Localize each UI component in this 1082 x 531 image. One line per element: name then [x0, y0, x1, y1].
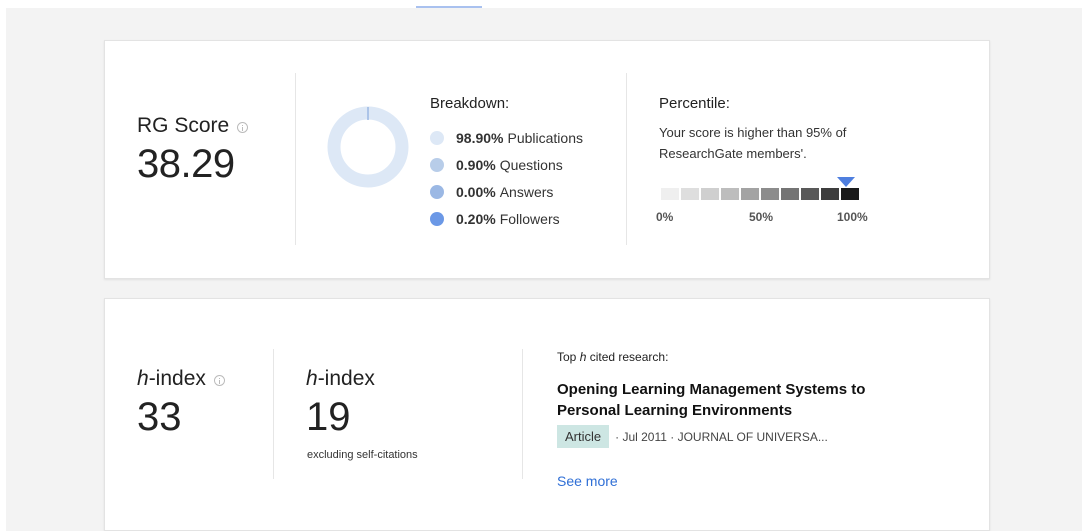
divider	[626, 73, 627, 245]
scale-segment	[661, 188, 679, 200]
breakdown-label: Followers	[499, 210, 560, 227]
scale-segment	[681, 188, 699, 200]
breakdown-item-followers: 0.20% Followers	[430, 205, 583, 232]
breakdown-item-questions: 0.90% Questions	[430, 151, 583, 178]
breakdown-label: Answers	[499, 183, 554, 200]
breakdown-donut-chart	[327, 106, 409, 188]
h-index-label-row: h-index	[137, 367, 225, 391]
breakdown-percent: 0.00%	[456, 183, 496, 200]
rg-score-label-row: RG Score	[137, 114, 249, 138]
article-badge: Article	[557, 425, 610, 448]
info-icon[interactable]	[237, 121, 249, 133]
scale-segment	[781, 188, 799, 200]
h-index-card: h-index 33 h-index 19 excluding self-cit…	[104, 298, 990, 531]
left-strip	[0, 8, 6, 531]
donut-track	[327, 106, 409, 188]
breakdown-label: Questions	[499, 156, 563, 173]
percentile-marker-icon	[837, 177, 855, 187]
active-tab-indicator	[416, 6, 482, 8]
questions-dot	[430, 157, 444, 172]
percentile-description: Your score is higher than 95% of Researc…	[659, 125, 847, 161]
scale-segment	[841, 188, 859, 200]
rg-score-label: RG Score	[137, 114, 230, 137]
scale-segment	[821, 188, 839, 200]
percentile-tick-50: 50%	[749, 210, 774, 224]
divider	[522, 349, 523, 479]
scale-segment	[701, 188, 719, 200]
paper-date-journal: · Jul 2011 · JOURNAL OF UNIVERSA...	[615, 429, 828, 444]
breakdown-item-answers: 0.00% Answers	[430, 178, 583, 205]
scale-segment	[761, 188, 779, 200]
scale-segment	[721, 188, 739, 200]
percentile-title: Percentile:	[659, 95, 730, 112]
info-icon[interactable]	[213, 374, 225, 386]
percentile-tick-0: 0%	[656, 210, 674, 224]
h-index-label: h-index	[137, 367, 206, 390]
breakdown-percent: 0.90%	[456, 156, 496, 173]
see-more-link[interactable]: See more	[557, 473, 618, 489]
h-index-excl-value: 19	[306, 395, 351, 439]
publications-dot	[430, 130, 444, 145]
divider	[273, 349, 274, 479]
breakdown-percent: 0.20%	[456, 210, 496, 227]
percentile-tick-100: 100%	[837, 210, 868, 224]
scale-segment	[801, 188, 819, 200]
divider	[295, 73, 296, 245]
paper-title-link[interactable]: Opening Learning Management Systems to P…	[557, 379, 897, 421]
followers-dot	[430, 211, 444, 226]
answers-dot	[430, 184, 444, 199]
h-index-excl-label: h-index	[306, 367, 375, 390]
paper-meta: Article · Jul 2011 · JOURNAL OF UNIVERSA…	[557, 425, 828, 448]
scale-segment	[741, 188, 759, 200]
breakdown-list: 98.90% Publications 0.90% Questions 0.00…	[430, 124, 583, 232]
h-index-excl-label-row: h-index	[306, 367, 375, 391]
rg-score-value: 38.29	[137, 142, 235, 186]
breakdown-label: Publications	[507, 129, 583, 146]
h-index-value: 33	[137, 395, 182, 439]
breakdown-item-publications: 98.90% Publications	[430, 124, 583, 151]
top-cited-title: Top h cited research:	[557, 350, 669, 364]
percentile-scale	[661, 188, 859, 200]
self-citation-note: excluding self-citations	[307, 449, 418, 461]
breakdown-title: Breakdown:	[430, 95, 510, 112]
breakdown-percent: 98.90%	[456, 129, 504, 146]
rg-score-card: RG Score 38.29 Breakdown: 98.90% Publica…	[104, 40, 990, 279]
top-bar	[0, 0, 1082, 8]
